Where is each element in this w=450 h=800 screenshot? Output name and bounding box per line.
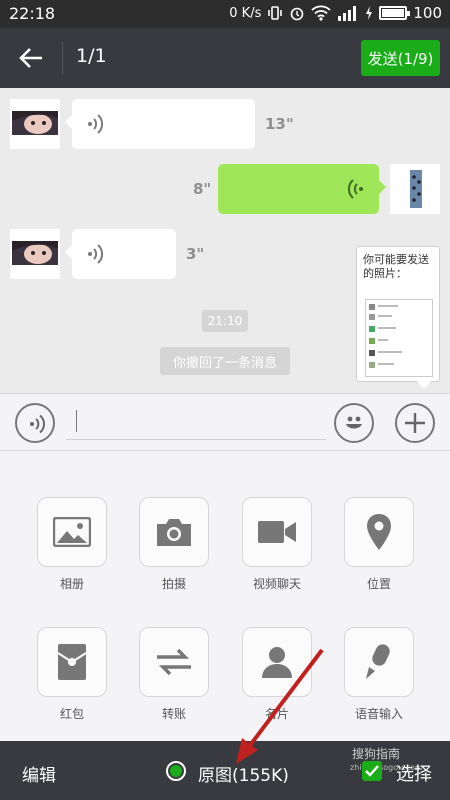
voice-message[interactable] (65, 99, 255, 149)
voice-duration: 13" (265, 115, 294, 133)
message-input[interactable] (66, 406, 326, 440)
transfer-icon (157, 648, 191, 676)
voice-icon (88, 114, 104, 134)
avatar-photo (390, 164, 440, 214)
voice-toggle-button[interactable] (15, 403, 55, 443)
edit-button[interactable]: 编辑 (22, 761, 56, 786)
watermark: 搜狗指南 (352, 747, 401, 761)
feature-label: 视频聊天 (252, 577, 301, 591)
battery-percent: 100 (413, 4, 442, 22)
net-speed: 0 K/s (229, 5, 262, 21)
title-bar: 1/1 发送(1/9) (0, 28, 450, 88)
feature-label: 转账 (161, 707, 186, 721)
bottom-bar: 编辑 原图(155K) 搜狗指南 zhinan.sogou.com 选择 (0, 741, 450, 800)
status-icons: 0 K/s 100 (229, 4, 442, 22)
original-image-label[interactable]: 原图(155K) (198, 761, 289, 786)
status-time: 22:18 (9, 4, 56, 23)
feature-label: 相册 (59, 577, 84, 591)
feature-voice-input[interactable]: 语音输入 (344, 627, 414, 722)
voice-duration: 3" (186, 245, 205, 263)
alarm-icon (291, 7, 304, 21)
microphone-icon (366, 644, 390, 679)
avatar[interactable] (10, 99, 60, 149)
feature-label: 拍摄 (161, 577, 186, 591)
location-pin-icon (367, 514, 391, 550)
plus-icon (405, 413, 425, 433)
vibrate-icon (268, 6, 283, 20)
photo-suggestion-popup[interactable]: 你可能要发送的照片： (356, 246, 440, 389)
title-divider (62, 42, 63, 74)
voice-icon (347, 179, 363, 199)
more-button[interactable] (395, 403, 435, 443)
voice-message[interactable] (65, 229, 176, 279)
signal-icon (338, 6, 357, 21)
feature-location[interactable]: 位置 (344, 497, 414, 592)
feature-transfer[interactable]: 转账 (139, 627, 209, 722)
select-label[interactable]: 选择 (396, 760, 432, 786)
select-checkbox[interactable] (362, 761, 382, 781)
page-title: 1/1 (76, 45, 107, 67)
charging-icon (366, 6, 373, 20)
message-timestamp: 21:10 (202, 310, 248, 332)
input-bar (0, 393, 450, 451)
text-caret (76, 410, 77, 432)
feature-label: 红包 (59, 707, 84, 721)
video-icon (258, 521, 296, 543)
red-packet-icon (57, 644, 87, 680)
smiley-icon (346, 416, 362, 429)
battery-icon (379, 6, 411, 20)
original-image-radio[interactable] (166, 761, 186, 781)
screenshot-thumbnail (366, 300, 432, 376)
feature-red-packet[interactable]: 红包 (37, 627, 107, 722)
chat-area[interactable]: 13" 8" 3" 21:10 你撤回了一条消息 你可能要发送的照片： (0, 88, 450, 393)
avatar-photo (10, 229, 60, 279)
feature-label: 位置 (366, 577, 391, 591)
feature-album[interactable]: 相册 (37, 497, 107, 592)
suggested-photo-thumbnail[interactable] (365, 299, 433, 377)
feature-label: 名片 (264, 707, 289, 721)
voice-icon (30, 414, 46, 434)
avatar-photo (10, 99, 60, 149)
emoji-button[interactable] (334, 403, 374, 443)
avatar[interactable] (390, 164, 440, 214)
voice-icon (88, 244, 104, 264)
image-icon (53, 517, 91, 547)
feature-panel: 相册 拍摄 视频聊天 位置 红包 转账 名片 语音输入 (0, 451, 450, 741)
system-message: 你撤回了一条消息 (160, 347, 290, 375)
wifi-icon (311, 5, 331, 21)
send-button[interactable]: 发送(1/9) (361, 40, 440, 76)
photo-suggestion-text: 你可能要发送的照片： (363, 253, 429, 280)
camera-icon (157, 519, 191, 546)
arrow-left-icon[interactable] (16, 44, 46, 72)
avatar[interactable] (10, 229, 60, 279)
contact-card-icon (262, 647, 292, 678)
check-icon (365, 765, 379, 777)
voice-duration: 8" (193, 180, 212, 198)
feature-video-chat[interactable]: 视频聊天 (242, 497, 312, 592)
voice-message[interactable] (218, 164, 386, 214)
feature-camera[interactable]: 拍摄 (139, 497, 209, 592)
status-bar: 22:18 0 K/s 100 (0, 0, 450, 28)
feature-contact-card[interactable]: 名片 (242, 627, 312, 722)
feature-label: 语音输入 (354, 707, 403, 721)
